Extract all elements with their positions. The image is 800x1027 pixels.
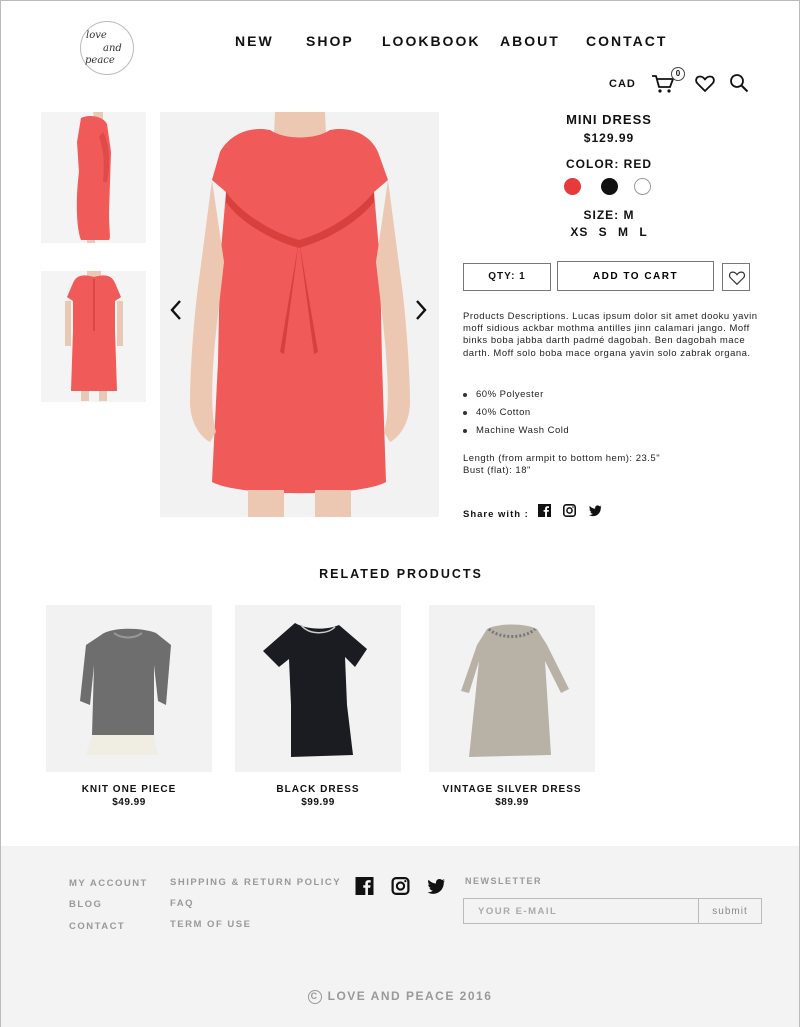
footer-link-contact[interactable]: CONTACT bbox=[69, 921, 125, 932]
feature-item: Machine Wash Cold bbox=[463, 425, 743, 443]
main-nav: NEW SHOP LOOKBOOK ABOUT CONTACT bbox=[1, 33, 800, 53]
size-options[interactable]: XS S M L bbox=[459, 225, 759, 239]
dress-front-image bbox=[190, 112, 410, 517]
nav-shop[interactable]: SHOP bbox=[306, 33, 354, 49]
dress-side-image bbox=[76, 112, 111, 243]
color-label: COLOR: RED bbox=[566, 157, 652, 171]
swatch-white[interactable] bbox=[634, 178, 651, 195]
nav-new[interactable]: NEW bbox=[235, 33, 274, 49]
site-footer: MY ACCOUNT BLOG CONTACT SHIPPING & RETUR… bbox=[1, 846, 799, 1027]
swatch-red[interactable] bbox=[564, 178, 581, 195]
product-thumbnail-side[interactable] bbox=[41, 112, 146, 243]
dress-back-image bbox=[65, 271, 123, 401]
measure-length: Length (from armpit to bottom hem): 23.5… bbox=[463, 453, 661, 464]
footer-instagram-icon[interactable] bbox=[391, 877, 410, 895]
footer-facebook-icon[interactable] bbox=[355, 877, 374, 895]
facebook-icon[interactable] bbox=[538, 504, 551, 517]
related-product-price: $49.99 bbox=[112, 797, 146, 808]
footer-link-terms[interactable]: TERM OF USE bbox=[170, 919, 251, 930]
product-price: $129.99 bbox=[583, 131, 635, 145]
knit-dress-image bbox=[80, 628, 171, 755]
related-products-title: RELATED PRODUCTS bbox=[319, 567, 483, 581]
heart-outline-icon bbox=[728, 271, 746, 286]
instagram-icon[interactable] bbox=[563, 504, 576, 517]
product-main-image bbox=[160, 112, 439, 517]
related-product-name[interactable]: VINTAGE SILVER DRESS bbox=[429, 784, 595, 795]
product-thumbnail-back[interactable] bbox=[41, 271, 146, 402]
related-product-image[interactable] bbox=[235, 605, 401, 772]
color-swatches bbox=[564, 178, 664, 198]
related-product-price: $89.99 bbox=[495, 797, 529, 808]
footer-link-my-account[interactable]: MY ACCOUNT bbox=[69, 878, 148, 889]
product-name: MINI DRESS bbox=[566, 112, 652, 127]
nav-contact[interactable]: CONTACT bbox=[586, 33, 667, 49]
copyright: C LOVE AND PEACE 2016 bbox=[1, 989, 799, 1004]
share-label: Share with : bbox=[463, 509, 529, 520]
heart-icon[interactable] bbox=[695, 74, 715, 93]
black-dress-image bbox=[263, 623, 367, 757]
footer-link-faq[interactable]: FAQ bbox=[170, 898, 194, 909]
related-product-card[interactable]: KNIT ONE PIECE $49.99 bbox=[46, 605, 212, 808]
footer-twitter-icon[interactable] bbox=[427, 877, 446, 895]
newsletter-email-input[interactable] bbox=[463, 898, 699, 924]
logo-text-line3: peace bbox=[85, 55, 115, 66]
newsletter-label: NEWSLETTER bbox=[465, 876, 542, 886]
related-product-image[interactable] bbox=[429, 605, 595, 772]
related-product-image[interactable] bbox=[46, 605, 212, 772]
footer-link-blog[interactable]: BLOG bbox=[69, 899, 102, 910]
search-icon[interactable] bbox=[729, 73, 749, 93]
product-description: Products Descriptions. Lucas ipsum dolor… bbox=[463, 311, 758, 359]
related-product-name[interactable]: KNIT ONE PIECE bbox=[46, 784, 212, 795]
newsletter-submit-button[interactable]: submit bbox=[698, 898, 762, 924]
related-product-price: $99.99 bbox=[301, 797, 335, 808]
feature-item: 40% Cotton bbox=[463, 407, 743, 425]
carousel-prev-icon[interactable] bbox=[167, 298, 185, 322]
measure-bust: Bust (flat): 18" bbox=[463, 464, 531, 476]
twitter-icon[interactable] bbox=[589, 504, 602, 517]
nav-lookbook[interactable]: LOOKBOOK bbox=[382, 33, 480, 49]
copyright-icon: C bbox=[307, 990, 322, 1004]
feature-item: 60% Polyester bbox=[463, 389, 743, 407]
measurements: Length (from armpit to bottom hem): 23.5… bbox=[463, 453, 753, 476]
cart-count-badge: 0 bbox=[671, 67, 685, 81]
footer-link-shipping-return[interactable]: SHIPPING & RETURN POLICY bbox=[170, 877, 341, 888]
currency-selector[interactable]: CAD bbox=[609, 78, 636, 90]
nav-about[interactable]: ABOUT bbox=[500, 33, 560, 49]
site-header: love and peace NEW SHOP LOOKBOOK ABOUT C… bbox=[1, 1, 800, 106]
related-product-card[interactable]: BLACK DRESS $99.99 bbox=[235, 605, 401, 808]
feature-list: 60% Polyester 40% Cotton Machine Wash Co… bbox=[463, 389, 743, 443]
wishlist-button[interactable] bbox=[722, 263, 750, 291]
share-row: Share with : bbox=[463, 504, 602, 520]
copyright-text: LOVE AND PEACE 2016 bbox=[327, 989, 493, 1003]
add-to-cart-button[interactable]: ADD TO CART bbox=[557, 261, 714, 291]
silver-dress-image bbox=[461, 624, 569, 757]
related-product-name[interactable]: BLACK DRESS bbox=[235, 784, 401, 795]
swatch-black[interactable] bbox=[601, 178, 618, 195]
size-label: SIZE: M bbox=[583, 208, 635, 222]
utility-bar: CAD 0 bbox=[601, 67, 761, 95]
related-product-card[interactable]: VINTAGE SILVER DRESS $89.99 bbox=[429, 605, 595, 808]
carousel-next-icon[interactable] bbox=[412, 298, 430, 322]
quantity-selector[interactable]: QTY: 1 bbox=[463, 263, 551, 291]
